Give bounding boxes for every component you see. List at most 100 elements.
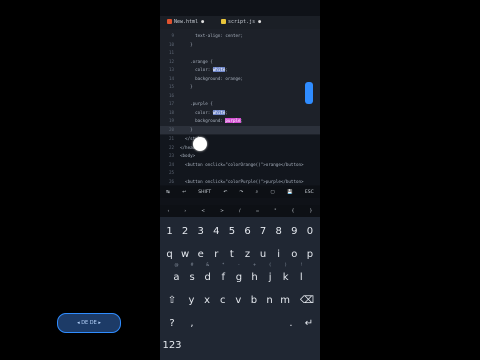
code-line[interactable]: 14 background: orange; [160,75,320,83]
key-label: 1 [166,226,173,237]
code-line[interactable]: 19 background: purple; [160,117,320,125]
code-line[interactable]: 20 } [160,125,320,134]
key-7[interactable]: 7 [256,221,271,239]
line-number: 21 [168,136,174,141]
code-line[interactable]: 16 [160,92,320,100]
key-8[interactable]: 8 [271,221,286,239]
key-o[interactable]: o [287,244,302,262]
key-b[interactable]: b [246,290,261,308]
extra-key[interactable]: ▢ [270,190,274,195]
key-l[interactable]: ! l [294,262,309,285]
key-g[interactable]: -g [231,262,246,285]
extra-key[interactable]: ESC [305,190,314,195]
code-line[interactable]: 22 </head> [160,144,320,152]
key-2[interactable]: 2 [178,221,193,239]
code-line[interactable]: 10 } [160,41,320,49]
key-1[interactable]: 1 [162,221,177,239]
extra-key[interactable]: SHIFT [198,190,211,195]
extra-key[interactable]: ↹ [166,190,170,195]
key-z[interactable]: z [240,244,255,262]
code-line[interactable]: 11 [160,49,320,57]
period-key[interactable]: . [284,313,298,331]
key-5[interactable]: 5 [224,221,239,239]
key-r[interactable]: r [209,244,224,262]
enter-key[interactable]: ↵ [300,313,318,331]
key-label: g [235,272,243,283]
key-label: v [235,295,242,306]
code-line[interactable]: 15 } [160,83,320,91]
symbols-key[interactable]: ?123 [161,313,183,351]
code-editor-lower[interactable]: 21 </style> 22 </head> 23 <body> 24 <button o… [160,135,320,185]
code-line[interactable]: 25 [160,169,320,177]
key-y[interactable]: y [184,290,199,308]
code-line[interactable]: 23 <body> [160,152,320,160]
key-u[interactable]: u [256,244,271,262]
backspace-key[interactable]: ⌫ [297,290,317,308]
highlighted-token: white [212,67,226,72]
extra-key[interactable]: = [256,209,260,214]
key-i[interactable]: i [271,244,286,262]
key-t[interactable]: t [224,244,239,262]
code-text: text-align: center; [180,32,243,40]
key-label: 7 [259,226,267,237]
extra-key[interactable]: 💾 [287,190,293,195]
key-v[interactable]: v [231,290,246,308]
key-s[interactable]: # s [185,262,200,285]
space-bar[interactable]: ◂ DE DE ▸ [57,313,121,333]
key-w[interactable]: w [178,244,193,262]
code-line[interactable]: 9 text-align: center; [160,32,320,40]
tab-script-js[interactable]: script.js ● [218,16,268,29]
code-editor[interactable]: 9 text-align: center; 10 } 11 12 .orange {1… [160,29,320,135]
close-tab-icon[interactable]: ● [201,16,204,29]
extra-key[interactable]: ⌕ [256,189,259,195]
key-k[interactable]: ) k [278,262,293,285]
key-label: 0 [306,226,314,237]
code-line[interactable]: 21 </style> [160,135,320,143]
key-x[interactable]: x [200,290,215,308]
key-secondary-label: * [222,262,225,267]
extra-key[interactable]: < [201,209,205,214]
extra-key[interactable]: ↷ [240,190,244,195]
shift-key[interactable]: ⇧ [162,290,182,308]
extra-key[interactable]: ‹ [168,209,170,214]
line-number: 11 [168,50,174,55]
extra-key[interactable]: ↩ [182,190,186,195]
code-line[interactable]: 12 .orange { [160,58,320,66]
key-e[interactable]: e [193,244,208,262]
scrollbar-handle[interactable] [305,82,313,104]
key-a[interactable]: @ a [169,262,184,285]
key-0[interactable]: 0 [302,221,317,239]
key-n[interactable]: n [262,290,277,308]
key-c[interactable]: c [215,290,230,308]
key-q[interactable]: q [162,244,177,262]
key-6[interactable]: 6 [240,221,255,239]
extra-key[interactable]: ↶ [223,190,227,195]
code-line[interactable]: 26 <button onclick="colorPurple()">purpl… [160,178,320,186]
code-line[interactable]: 13 color: white; [160,66,320,74]
key-3[interactable]: 3 [193,221,208,239]
key-p[interactable]: p [302,244,317,262]
tab-new-html[interactable]: New.html ● [164,16,214,30]
code-line[interactable]: 17 .purple { [160,100,320,108]
extra-key[interactable]: { [292,209,295,214]
extra-key[interactable]: } [309,209,312,214]
key-m[interactable]: m [278,290,293,308]
key-label: , [190,318,194,329]
extra-key[interactable]: > [220,209,224,214]
close-tab-icon[interactable]: ● [258,16,261,29]
extra-key[interactable]: › [184,209,186,214]
key-label: s [189,272,195,283]
key-j[interactable]: (j [263,262,278,285]
code-line[interactable]: 18 color: white; [160,109,320,117]
key-d[interactable]: & d [200,262,215,285]
key-f[interactable]: * f [216,262,231,285]
line-number: 9 [171,33,174,38]
key-h[interactable]: + h [247,262,262,285]
extra-key[interactable]: / [239,209,241,214]
extra-key[interactable]: " [274,209,276,214]
comma-key[interactable]: , [185,313,199,331]
key-9[interactable]: 9 [287,221,302,239]
code-line[interactable]: 24 <button onclick="colorOrange()">orang… [160,161,320,169]
key-4[interactable]: 4 [209,221,224,239]
key-label: o [291,249,298,260]
